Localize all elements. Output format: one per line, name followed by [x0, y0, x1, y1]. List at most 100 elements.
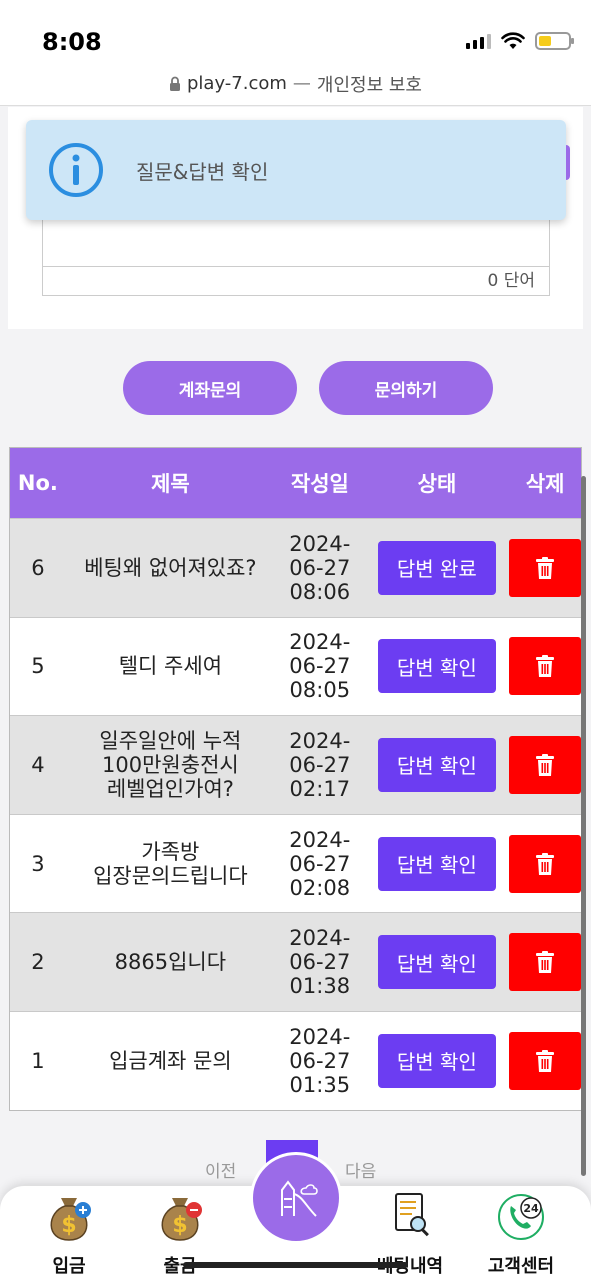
row-time: 08:06	[289, 579, 351, 604]
answer-status-button[interactable]: 답변 확인	[377, 737, 496, 792]
money-bag-minus-icon: $	[161, 1198, 202, 1241]
answer-status-button[interactable]: 답변 확인	[377, 639, 496, 694]
toast-message: 질문&답변 확인	[136, 160, 269, 184]
prev-page-link[interactable]: 이전	[205, 1157, 236, 1182]
lock-icon	[170, 76, 180, 91]
scrollbar[interactable]	[581, 476, 586, 1176]
inquiry-textarea[interactable]	[42, 215, 550, 267]
row-title[interactable]: 8865입니다	[66, 913, 275, 1011]
svg-text:$: $	[61, 1213, 76, 1238]
row-status: 답변 완료	[365, 519, 509, 617]
row-status: 답변 확인	[365, 618, 509, 716]
row-delete	[509, 618, 582, 716]
row-no: 6	[31, 555, 45, 580]
header-delete: 삭제	[525, 472, 565, 496]
trash-icon	[536, 1049, 555, 1072]
table-row[interactable]: 3 가족방 입장문의드립니다 2024- 06-27 02:08 답변 확인	[10, 813, 582, 913]
answer-status-button[interactable]: 답변 확인	[377, 836, 496, 891]
row-date-year: 2024-	[289, 630, 351, 655]
row-no: 5	[31, 654, 45, 679]
row-date-monthday: 06-27	[289, 654, 351, 679]
table-row[interactable]: 5 텔디 주세여 2024- 06-27 08:05 답변 확인	[10, 616, 582, 716]
row-title[interactable]: 입금계좌 문의	[66, 1012, 275, 1110]
row-title[interactable]: 베팅왜 없어져있죠?	[66, 519, 275, 617]
word-count: 0 단어	[42, 266, 550, 296]
row-delete	[509, 913, 582, 1011]
row-title[interactable]: 텔디 주세여	[66, 618, 275, 716]
row-title[interactable]: 일주일안에 누적 100만원충전시 레벨업인가여?	[66, 716, 275, 814]
home-center-button[interactable]	[250, 1152, 342, 1244]
privacy-label: 개인정보 보호	[316, 74, 422, 96]
table-header: No. 제목 작성일 상태 삭제	[10, 448, 581, 518]
nav-customer-center[interactable]: 24 고객센터	[481, 1190, 561, 1278]
svg-text:24: 24	[523, 1202, 539, 1215]
row-time: 01:35	[289, 1072, 351, 1097]
delete-button[interactable]	[509, 1031, 582, 1090]
nav-customer-center-label: 고객센터	[487, 1256, 555, 1277]
row-time: 08:05	[289, 678, 351, 703]
row-date-monthday: 06-27	[289, 851, 351, 876]
row-no: 2	[31, 950, 45, 975]
row-no: 4	[31, 752, 45, 777]
signal-icon	[466, 33, 491, 49]
delete-button[interactable]	[509, 538, 582, 597]
url-separator: —	[292, 73, 311, 94]
answer-status-button[interactable]: 답변 확인	[377, 1033, 496, 1088]
row-date-year: 2024-	[289, 827, 351, 852]
phone-24-icon: 24	[498, 1194, 544, 1240]
next-page-link[interactable]: 다음	[345, 1157, 376, 1182]
inquire-button[interactable]: 문의하기	[319, 361, 493, 415]
info-icon	[49, 143, 103, 197]
row-status: 답변 확인	[365, 716, 509, 814]
row-date-year: 2024-	[289, 728, 351, 753]
trash-icon	[536, 556, 555, 579]
table-row[interactable]: 1 입금계좌 문의 2024- 06-27 01:35 답변 확인	[10, 1010, 582, 1110]
header-title: 제목	[151, 472, 190, 496]
table-row[interactable]: 2 8865입니다 2024- 06-27 01:38 답변 확인	[10, 912, 582, 1011]
row-title[interactable]: 가족방 입장문의드립니다	[66, 815, 275, 913]
inquiry-table: No. 제목 작성일 상태 삭제 6 베팅왜 없어져있죠? 2024- 06-2…	[9, 447, 582, 1111]
trash-icon	[536, 951, 555, 974]
header-status: 상태	[417, 472, 457, 496]
row-date-monthday: 06-27	[289, 950, 351, 975]
delete-button[interactable]	[509, 735, 582, 794]
trash-icon	[536, 655, 555, 678]
row-date-year: 2024-	[289, 926, 351, 951]
info-toast[interactable]: 질문&답변 확인	[26, 120, 566, 220]
row-delete	[509, 815, 582, 913]
row-date: 2024- 06-27 08:05	[275, 618, 365, 716]
table-row[interactable]: 4 일주일안에 누적 100만원충전시 레벨업인가여? 2024- 06-27 …	[10, 715, 582, 814]
row-delete	[509, 1012, 582, 1110]
status-bar: 8:08	[0, 0, 591, 70]
row-date-year: 2024-	[289, 1024, 351, 1049]
answer-status-button[interactable]: 답변 확인	[377, 935, 496, 990]
row-time: 01:38	[289, 974, 351, 999]
row-date: 2024- 06-27 01:35	[275, 1012, 365, 1110]
home-indicator	[183, 1262, 408, 1268]
answer-status-button[interactable]: 답변 완료	[377, 540, 496, 595]
nav-deposit-label: 입금	[52, 1256, 86, 1277]
status-icons	[466, 32, 574, 50]
trash-icon	[536, 852, 555, 875]
row-status: 답변 확인	[365, 1012, 509, 1110]
table-row[interactable]: 6 베팅왜 없어져있죠? 2024- 06-27 08:06 답변 완료	[10, 518, 582, 617]
delete-button[interactable]	[509, 834, 582, 893]
row-delete	[509, 716, 582, 814]
trash-icon	[536, 753, 555, 776]
delete-button[interactable]	[509, 933, 582, 992]
row-status: 답변 확인	[365, 913, 509, 1011]
account-inquiry-button[interactable]: 계좌문의	[123, 361, 297, 415]
nav-deposit[interactable]: $ 입금	[29, 1190, 109, 1278]
row-status: 답변 확인	[365, 815, 509, 913]
row-date-monthday: 06-27	[289, 1048, 351, 1073]
toast-edge	[566, 145, 570, 180]
header-date: 작성일	[290, 472, 349, 496]
battery-icon	[535, 32, 574, 50]
url-bar[interactable]: play-7.com — 개인정보 보호	[0, 62, 591, 106]
row-date: 2024- 06-27 01:38	[275, 913, 365, 1011]
row-date-year: 2024-	[289, 531, 351, 556]
row-date: 2024- 06-27 02:17	[275, 716, 365, 814]
playground-icon	[281, 1180, 318, 1217]
document-search-icon	[395, 1193, 429, 1237]
delete-button[interactable]	[509, 637, 582, 696]
